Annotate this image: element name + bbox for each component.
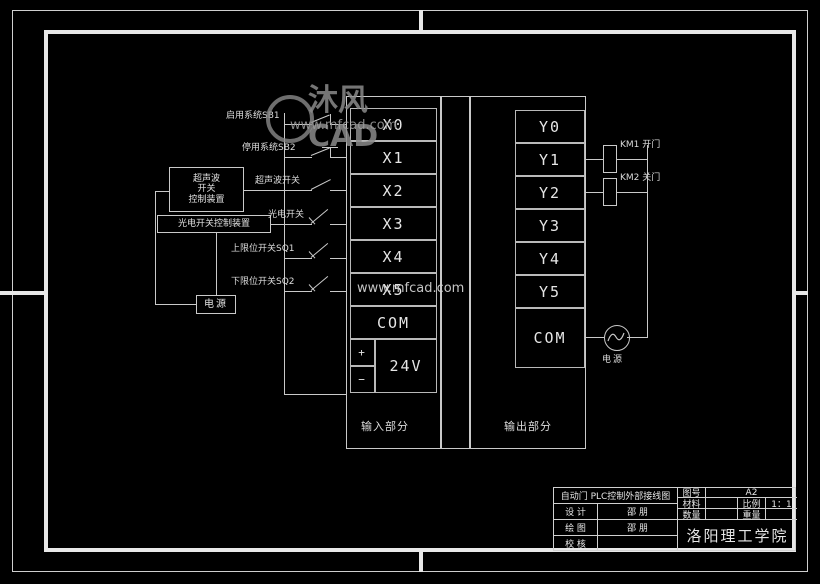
km1-name: KM1 [620,140,640,150]
wire-km2-to-riser [617,192,648,193]
input-terminal-x5: X5 [350,273,437,306]
ac-waveform-icon [607,332,625,342]
title-block-spec-value-material [706,498,738,509]
wire-x5-right [330,291,346,292]
title-block-spec-value-drawing-no: A2 [706,488,797,498]
km1-function: 开门 [642,140,661,150]
wire-power-bottom [155,304,197,305]
wire-x1-left [284,157,312,158]
title-block-spec-label-drawing-no: 图号 [678,488,706,498]
input-label-x2: 超声波开关 [255,176,301,186]
signal-bus-bottom [284,394,346,395]
title-block-spec-value-weight [766,509,797,520]
title-block-drawing-name: 自动门 PLC控制外部接线图 [554,488,678,504]
title-block-spec-value-quantity [706,509,738,520]
title-block-row-label-1: 绘 图 [554,520,598,536]
wire-power-to-ultrasonic [155,191,170,192]
wire-x2-left [284,190,312,191]
title-block-spec-label-weight: 重量 [738,509,766,520]
output-section-label: 输出部分 [504,420,552,433]
title-block-row-value-2 [598,536,678,551]
contact-x1-bar [322,147,338,148]
title-block-row-label-0: 设 计 [554,504,598,520]
output-terminal-y1: Y1 [515,143,585,176]
wire-power-left-riser [155,191,156,304]
wire-ultrasonic-out [244,190,284,191]
input-label-x5: 下限位开关SQ2 [231,277,295,287]
ultrasonic-controller-box: 超声波 开关 控制装置 [169,167,244,212]
title-block-spec-label-material: 材料 [678,498,706,509]
title-block-row-value-1: 邵 朋 [598,520,678,536]
wire-y2-out [585,192,603,193]
title-block-spec-label-quantity: 数量 [678,509,706,520]
input-terminal-x1: X1 [350,141,437,174]
wire-coil-common-riser [647,145,648,337]
wire-x3-right [330,224,346,225]
input-supply-voltage: 24V [375,339,437,393]
input-section-label: 输入部分 [361,420,409,433]
wire-photo-out [271,224,284,225]
contact-x1-stem [330,147,331,157]
input-supply-plus: + [350,339,375,366]
output-terminal-y5: Y5 [515,275,585,308]
title-block-row-value-0: 邵 朋 [598,504,678,520]
input-label-x4: 上限位开关SQ1 [231,244,295,254]
center-tick-top [419,10,423,30]
title-block: 自动门 PLC控制外部接线图 设 计 邵 朋 绘 图 邵 朋 校 核 图号 A2… [553,487,797,551]
center-tick-right [796,291,808,295]
input-label-x3: 光电开关 [268,210,305,220]
km2-function: 关门 [642,173,661,183]
center-tick-left [0,291,44,295]
ac-source-label: 电源 [602,355,625,365]
wire-y1-out [585,159,603,160]
wire-x5-left [284,291,312,292]
output-terminal-y3: Y3 [515,209,585,242]
wire-x2-right [330,190,346,191]
contactor-km1-coil [603,145,617,173]
center-tick-bottom [419,552,423,572]
plc-enclosure-middle [441,96,470,449]
photoelectric-controller-box: 光电开关控制装置 [157,215,271,233]
cad-drawing-canvas: 超声波 开关 控制装置 光电开关控制装置 电源 启用系统SB1 停用系统SB2 … [0,0,820,584]
contactor-km1-label: KM1 开门 [620,141,660,150]
power-supply-box: 电源 [196,295,236,314]
contactor-km2-label: KM2 关门 [620,174,660,183]
ultrasonic-controller-line-3: 控制装置 [188,194,225,205]
wire-x1-right [330,157,346,158]
input-terminal-x3: X3 [350,207,437,240]
title-block-row-label-2: 校 核 [554,536,598,551]
output-terminal-y0: Y0 [515,110,585,143]
input-label-x1: 停用系统SB2 [242,143,296,153]
wire-km1-to-riser [617,159,648,160]
input-terminal-x2: X2 [350,174,437,207]
wire-power-top-stub [216,285,217,296]
wire-x4-right [330,258,346,259]
input-terminal-x4: X4 [350,240,437,273]
km2-name: KM2 [620,173,640,183]
input-supply-minus: − [350,366,375,393]
ultrasonic-controller-line-2: 开关 [197,184,216,195]
contactor-km2-coil [603,178,617,206]
input-terminal-com: COM [350,306,437,339]
contact-x0-stem [330,114,331,124]
output-terminal-y2: Y2 [515,176,585,209]
input-terminal-x0: X0 [350,108,437,141]
wire-riser-to-source [627,337,648,338]
wire-x0-right [330,124,346,125]
title-block-spec-value-scale: 1：1 [766,498,797,509]
wire-com-to-source [585,337,604,338]
title-block-spec-label-scale: 比例 [738,498,766,509]
wire-x4-left [284,258,312,259]
wire-x3-left [284,224,312,225]
output-terminal-com: COM [515,308,585,368]
ultrasonic-controller-line-1: 超声波 [192,173,220,184]
watermark-logo-icon [266,95,314,143]
output-terminal-y4: Y4 [515,242,585,275]
title-block-institution: 洛阳理工学院 [686,527,789,545]
